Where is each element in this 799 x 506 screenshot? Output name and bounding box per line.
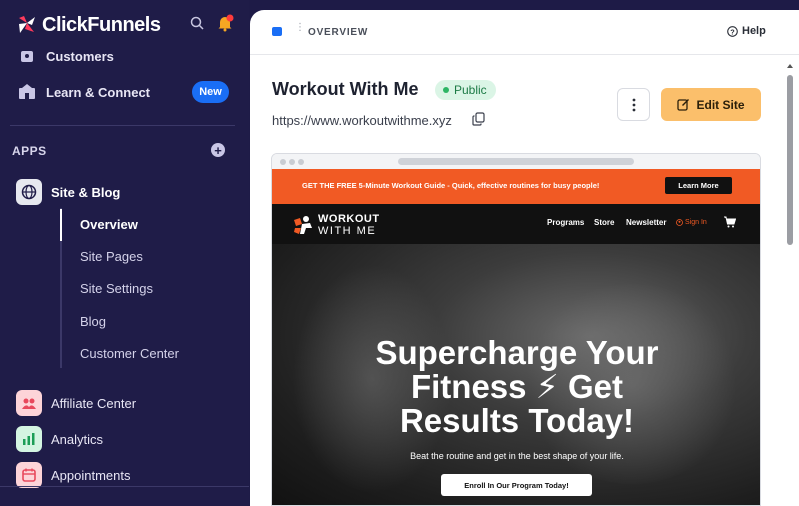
- more-options-button[interactable]: [617, 88, 650, 121]
- brand-name: ClickFunnels: [42, 13, 161, 36]
- sign-in-label: Sign In: [685, 219, 707, 226]
- calendar-icon: [16, 462, 42, 488]
- analytics-icon: [16, 426, 42, 452]
- copy-icon[interactable]: [472, 112, 486, 126]
- logo-text-line2: WITH ME: [318, 225, 377, 237]
- page-title: Workout With Me: [272, 79, 419, 99]
- hero-title: Supercharge Your Fitness ⚡ Get Results T…: [272, 334, 760, 439]
- sidebar-subitem-customer-center[interactable]: Customer Center: [80, 346, 179, 361]
- site-preview[interactable]: GET THE FREE 5-Minute Workout Guide - Qu…: [271, 153, 761, 506]
- breadcrumb-separator-icon: ⋮: [295, 22, 305, 33]
- browser-dot-icon: [280, 159, 286, 165]
- top-bar: ⋮ OVERVIEW ? Help: [250, 10, 799, 55]
- edit-site-button[interactable]: Edit Site: [661, 88, 761, 121]
- sidebar-divider: [10, 125, 235, 126]
- sidebar-item-site-blog[interactable]: Site & Blog: [16, 179, 120, 205]
- sidebar-subitem-site-settings[interactable]: Site Settings: [80, 281, 153, 296]
- help-icon: ?: [727, 25, 738, 37]
- sidebar-item-label: Affiliate Center: [51, 395, 137, 411]
- preview-nav-programs: Programs: [547, 218, 585, 227]
- promo-banner: GET THE FREE 5-Minute Workout Guide - Qu…: [272, 169, 760, 204]
- promo-text: GET THE FREE 5-Minute Workout Guide - Qu…: [302, 181, 600, 190]
- promo-learn-more-button: Learn More: [665, 177, 732, 194]
- preview-browser-bar: [272, 154, 760, 169]
- main-panel: ⋮ OVERVIEW ? Help Workout With Me Public…: [250, 10, 799, 506]
- status-label: Public: [454, 83, 487, 97]
- sidebar-item-appointments[interactable]: Appointments: [16, 462, 131, 488]
- sidebar-item-analytics[interactable]: Analytics: [16, 426, 103, 452]
- hero-title-line: Supercharge Your: [375, 334, 659, 371]
- add-app-plus-icon[interactable]: +: [211, 143, 225, 157]
- sidebar: ClickFunnels Customers Learn & Connect N…: [0, 0, 249, 506]
- sidebar-item-customers[interactable]: Customers: [18, 47, 114, 65]
- affiliate-icon: [16, 390, 42, 416]
- customers-icon: [18, 47, 36, 65]
- site-blog-icon: [16, 179, 42, 205]
- browser-dot-icon: [298, 159, 304, 165]
- preview-site-nav: WORKOUT WITH ME Programs Store Newslette…: [272, 204, 760, 244]
- brand-logo[interactable]: ClickFunnels: [16, 12, 161, 38]
- workout-logo-icon: [294, 216, 312, 234]
- preview-nav-store: Store: [594, 218, 615, 227]
- sidebar-item-label: Customers: [46, 48, 114, 64]
- site-url-link[interactable]: https://www.workoutwithme.xyz: [272, 113, 452, 128]
- hero-title-line: Results Today!: [399, 402, 635, 439]
- sidebar-item-label: Analytics: [51, 431, 104, 447]
- apps-section-title: APPS: [12, 144, 47, 158]
- svg-text:?: ?: [730, 27, 735, 36]
- new-badge: New: [192, 81, 229, 103]
- sidebar-item-label: Appointments: [51, 467, 131, 483]
- sidebar-bottom-divider: [0, 486, 249, 487]
- status-dot-icon: [443, 87, 449, 93]
- sidebar-item-label: Site & Blog: [51, 184, 121, 200]
- help-button[interactable]: ? Help: [727, 25, 766, 37]
- status-badge: Public: [435, 80, 496, 100]
- sidebar-item-label: Learn & Connect: [46, 84, 151, 100]
- sidebar-subitem-overview[interactable]: Overview: [80, 217, 138, 232]
- clickfunnels-logo-icon: [16, 14, 38, 36]
- browser-dot-icon: [289, 159, 295, 165]
- search-icon[interactable]: [188, 14, 206, 32]
- sidebar-item-affiliate-center[interactable]: Affiliate Center: [16, 390, 136, 416]
- submenu-active-indicator: [60, 209, 62, 241]
- preview-sign-in: Sign In: [676, 219, 707, 226]
- help-label: Help: [742, 25, 766, 37]
- scroll-up-arrow-icon[interactable]: [786, 62, 794, 70]
- user-icon: [676, 219, 683, 226]
- breadcrumb: OVERVIEW: [308, 27, 369, 38]
- sidebar-subitem-site-pages[interactable]: Site Pages: [80, 249, 143, 264]
- sidebar-toggle-icon[interactable]: [272, 27, 282, 36]
- vertical-dots-icon: [632, 98, 635, 111]
- hero-subtitle: Beat the routine and get in the best sha…: [410, 451, 624, 461]
- cart-icon: [724, 216, 736, 228]
- logo-text-line1: WORKOUT: [318, 213, 380, 225]
- scrollbar-thumb[interactable]: [787, 75, 793, 245]
- sidebar-subitem-blog[interactable]: Blog: [80, 314, 106, 329]
- browser-url-bar: [398, 158, 634, 165]
- preview-nav-newsletter: Newsletter: [626, 218, 667, 227]
- notification-bell-icon[interactable]: [216, 14, 234, 32]
- hero-title-line: Fitness ⚡ Get: [410, 368, 624, 405]
- learn-connect-icon: [18, 83, 36, 101]
- edit-icon: [677, 99, 690, 111]
- hero-enroll-button: Enroll In Our Program Today!: [441, 474, 592, 496]
- preview-hero: Supercharge Your Fitness ⚡ Get Results T…: [272, 244, 760, 505]
- sidebar-item-learn-connect[interactable]: Learn & Connect: [18, 83, 150, 101]
- edit-site-label: Edit Site: [696, 97, 745, 112]
